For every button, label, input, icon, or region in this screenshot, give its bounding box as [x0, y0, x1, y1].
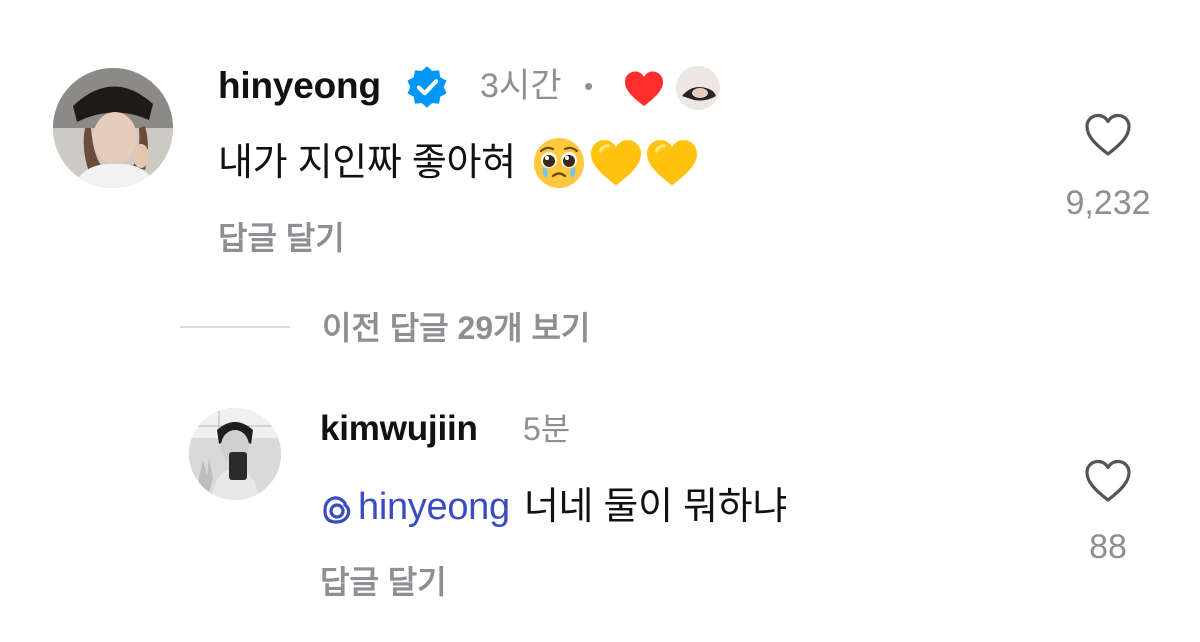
reply-timestamp: 5분 — [523, 411, 571, 447]
heart-filled-icon — [624, 70, 664, 108]
yellow-heart-icon — [644, 138, 700, 188]
like-count: 9,232 — [1065, 184, 1151, 222]
reply-body: 너네 둘이 뭐하냐 — [523, 486, 787, 528]
like-heart-icon[interactable] — [1084, 112, 1132, 158]
reply-text: hinyeong 너네 둘이 뭐하냐 — [320, 482, 787, 532]
like-heart-icon[interactable] — [1084, 458, 1132, 504]
reply-button[interactable]: 답글 달기 — [320, 562, 447, 602]
reply-username[interactable]: kimwujiin — [320, 408, 478, 450]
pleading-face-icon — [532, 136, 586, 190]
yellow-heart-icon — [588, 138, 644, 188]
view-previous-replies-button[interactable]: 이전 답글 29개 보기 — [322, 308, 590, 348]
verified-badge-icon — [404, 64, 450, 110]
avatar-kimwujiin[interactable] — [189, 408, 281, 500]
reply-button[interactable]: 답글 달기 — [218, 218, 345, 258]
mention-icon — [320, 490, 354, 524]
replies-divider — [180, 326, 290, 328]
mention-link[interactable]: hinyeong — [358, 482, 510, 532]
avatar-hinyeong[interactable] — [53, 68, 173, 188]
comment-timestamp: 3시간 — [480, 67, 562, 105]
comment-text: 내가 지인짜 좋아혀 — [218, 136, 700, 190]
comment-body: 내가 지인짜 좋아혀 — [218, 142, 516, 184]
like-count: 88 — [1089, 528, 1127, 566]
meta-separator: • — [584, 71, 594, 101]
comment-username[interactable]: hinyeong — [218, 64, 381, 108]
author-avatar — [676, 66, 720, 110]
